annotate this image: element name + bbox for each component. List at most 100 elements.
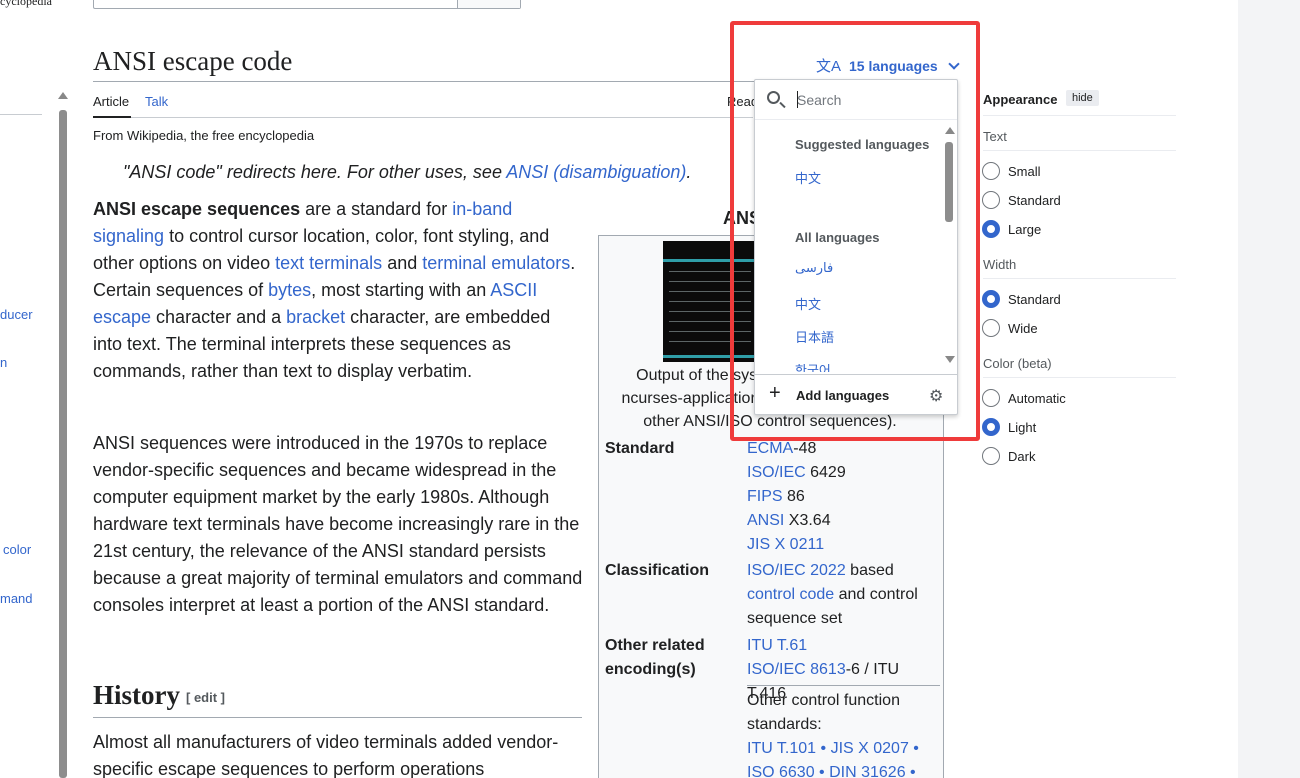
standard-text: -48 xyxy=(793,440,817,457)
site-search-box[interactable] xyxy=(93,0,521,9)
infobox-standard-values: ECMA-48 ISO/IEC 6429 FIPS 86 ANSI X3.64 … xyxy=(747,437,942,557)
add-languages-label[interactable]: Add languages xyxy=(796,388,889,403)
scroll-down-arrow-icon[interactable] xyxy=(945,356,955,363)
language-item[interactable]: 한국어 xyxy=(795,360,831,372)
radio-option-small[interactable]: Small xyxy=(982,162,1041,180)
terminal-text-row xyxy=(669,301,751,302)
appearance-title: Appearance xyxy=(983,92,1058,107)
toc-item[interactable]: n xyxy=(0,355,7,370)
radio-button[interactable] xyxy=(982,162,1000,180)
article-link[interactable]: text terminals xyxy=(275,253,382,273)
other-standards-line[interactable]: ITU T.101 • JIS X 0207 • xyxy=(747,737,942,761)
edit-section-link[interactable]: [ edit ] xyxy=(186,690,225,705)
radio-option-light[interactable]: Light xyxy=(982,418,1036,436)
languages-dropdown: Suggested languages 中文 All languages فار… xyxy=(754,79,958,415)
toc-scrollbar[interactable] xyxy=(58,92,68,778)
tab-active-indicator xyxy=(93,116,131,118)
standard-text: 86 xyxy=(782,488,805,505)
other-standards-line[interactable]: ISO 6630 • DIN 31626 • xyxy=(747,761,942,778)
radio-label: Dark xyxy=(1008,448,1036,464)
appearance-hide-button[interactable]: hide xyxy=(1066,90,1099,106)
radio-button[interactable] xyxy=(982,290,1000,308)
other-standards-label: Other control function standards: xyxy=(747,692,900,733)
terminal-text-row xyxy=(669,291,751,292)
language-item[interactable]: 日本語 xyxy=(795,327,834,346)
standard-link[interactable]: ANSI xyxy=(747,512,784,529)
infobox-label: Standard xyxy=(605,440,675,457)
standard-link[interactable]: ISO/IEC xyxy=(747,464,806,481)
radio-label: Wide xyxy=(1008,320,1038,336)
article-link[interactable]: terminal emulators xyxy=(422,253,570,273)
radio-option-automatic[interactable]: Automatic xyxy=(982,389,1066,407)
scroll-up-arrow-icon[interactable] xyxy=(945,127,955,134)
language-item[interactable]: فارسی xyxy=(795,261,833,276)
page-title: ANSI escape code xyxy=(93,46,293,76)
infobox-other-standards: Other control function standards: ITU T.… xyxy=(747,689,942,778)
radio-option-standard[interactable]: Standard xyxy=(982,191,1061,209)
radio-button[interactable] xyxy=(982,418,1000,436)
article-text: and xyxy=(382,253,423,273)
radio-button[interactable] xyxy=(982,220,1000,238)
hatnote-link[interactable]: ANSI (disambiguation) xyxy=(506,162,686,182)
infobox-label: Other related encoding(s) xyxy=(605,637,705,678)
related-link[interactable]: ITU T.61 xyxy=(747,637,807,654)
article-link[interactable]: bracket xyxy=(286,307,345,327)
radio-option-large[interactable]: Large xyxy=(982,220,1041,238)
section-divider xyxy=(983,278,1176,279)
add-languages-row[interactable]: + Add languages ⚙ xyxy=(755,374,957,415)
gear-icon[interactable]: ⚙ xyxy=(929,386,943,406)
radio-button[interactable] xyxy=(982,191,1000,209)
standard-link[interactable]: JIS X 0211 xyxy=(747,536,824,553)
section-divider xyxy=(983,377,1176,378)
radio-option-dark[interactable]: Dark xyxy=(982,447,1035,465)
language-item[interactable]: 中文 xyxy=(795,168,821,187)
tab-article[interactable]: Article xyxy=(93,94,129,109)
classification-link[interactable]: control code xyxy=(747,586,834,603)
language-item[interactable]: 中文 xyxy=(795,294,821,313)
article-paragraph: Almost all manufacturers of video termin… xyxy=(93,732,559,778)
tabs-divider xyxy=(93,117,753,118)
terminal-text-row xyxy=(669,341,751,342)
history-heading: History xyxy=(93,680,180,710)
radio-button[interactable] xyxy=(982,447,1000,465)
languages-button-label: 15 languages xyxy=(849,57,938,74)
languages-button[interactable]: 文A 15 languages xyxy=(816,55,960,76)
related-link[interactable]: ISO/IEC 8613 xyxy=(747,661,846,678)
radio-option-width-standard[interactable]: Standard xyxy=(982,290,1061,308)
infobox-classification-value: ISO/IEC 2022 based control code and cont… xyxy=(747,559,942,631)
scroll-thumb[interactable] xyxy=(59,110,67,778)
page-gutter xyxy=(1238,0,1300,778)
radio-button[interactable] xyxy=(982,319,1000,337)
bold-term: ANSI escape sequences xyxy=(93,199,301,219)
site-logo-text[interactable]: cyclopedia xyxy=(0,0,52,9)
hatnote: "ANSI code" redirects here. For other us… xyxy=(123,162,691,183)
article-paragraph: ANSI sequences were introduced in the 19… xyxy=(93,433,583,615)
terminal-header-bar xyxy=(663,259,758,262)
radio-label: Large xyxy=(1008,221,1042,237)
classification-link[interactable]: ISO/IEC 2022 xyxy=(747,562,846,579)
site-search-button[interactable] xyxy=(457,0,520,8)
hatnote-suffix: . xyxy=(686,162,692,182)
toc-item[interactable]: mand xyxy=(0,591,33,606)
standard-line: ANSI X3.64 xyxy=(747,509,942,533)
article-link[interactable]: bytes xyxy=(268,280,311,300)
color-label: Color (beta) xyxy=(983,356,1052,371)
site-subtitle: From Wikipedia, the free encyclopedia xyxy=(93,128,315,143)
scroll-up-arrow-icon[interactable] xyxy=(58,92,68,99)
toc-item[interactable]: ducer xyxy=(0,307,33,322)
radio-label: Standard xyxy=(1008,192,1061,208)
plus-icon: + xyxy=(769,382,781,404)
text-size-label: Text xyxy=(983,129,1007,144)
terminal-text-row xyxy=(669,271,751,272)
radio-button[interactable] xyxy=(982,389,1000,407)
standard-link[interactable]: FIPS xyxy=(747,488,783,505)
htop-screenshot-image[interactable] xyxy=(663,241,758,362)
tab-talk[interactable]: Talk xyxy=(145,94,168,109)
standard-line: FIPS 86 xyxy=(747,485,942,509)
language-search-input[interactable] xyxy=(797,90,947,110)
toc-item[interactable]: color xyxy=(3,542,31,557)
search-icon xyxy=(767,91,780,104)
radio-option-width-wide[interactable]: Wide xyxy=(982,319,1038,337)
standard-link[interactable]: ECMA xyxy=(747,440,793,457)
dropdown-scroll-thumb[interactable] xyxy=(945,142,953,222)
